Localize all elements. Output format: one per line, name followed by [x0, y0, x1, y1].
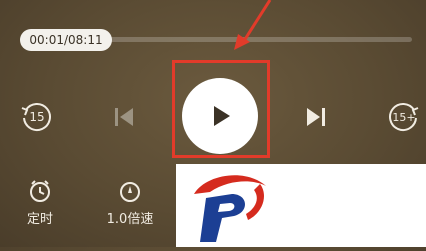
- rewind-15-button[interactable]: 15: [18, 98, 54, 134]
- speed-gauge-icon: [120, 182, 140, 202]
- timer-label: 定时: [26, 212, 53, 227]
- previous-button[interactable]: [110, 103, 138, 131]
- clock-icon: [30, 180, 50, 202]
- rewind-15-icon: 15: [21, 103, 51, 131]
- annotation-arrow: [234, 0, 272, 50]
- timer-button[interactable]: 定时: [18, 178, 62, 227]
- next-button[interactable]: [302, 103, 330, 131]
- next-icon: [307, 108, 325, 126]
- play-icon: [214, 106, 230, 126]
- time-display-pill[interactable]: 00:01/08:11: [20, 29, 112, 51]
- forward-label: 15+: [392, 111, 415, 124]
- play-button[interactable]: [182, 78, 258, 154]
- rewind-label: 15: [29, 110, 44, 124]
- speed-label: 1.0倍速: [106, 212, 154, 227]
- forward-15-icon: 15+: [389, 103, 419, 131]
- speed-button[interactable]: 1.0倍速: [100, 178, 160, 227]
- watermark-logo-panel: [176, 164, 426, 247]
- forward-15-button[interactable]: 15+: [386, 98, 422, 134]
- brand-logo: [194, 175, 266, 242]
- previous-icon: [115, 108, 133, 126]
